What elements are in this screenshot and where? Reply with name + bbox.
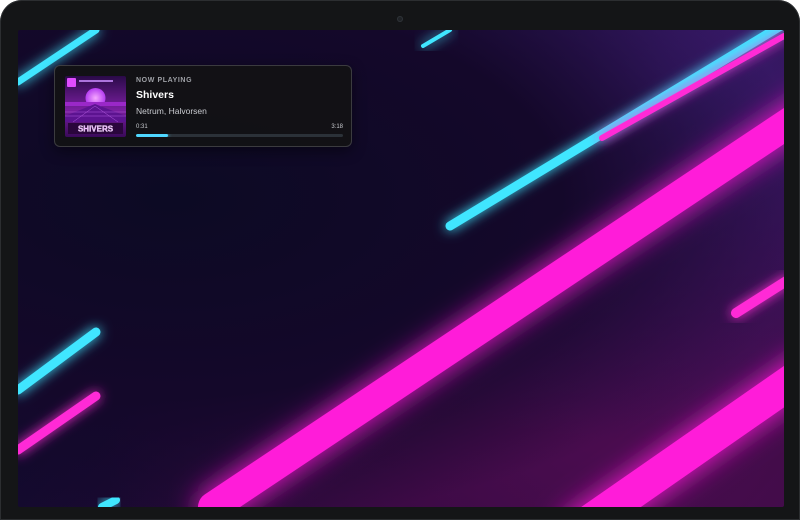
track-artist: Netrum, Halvorsen: [136, 106, 207, 116]
progress-fill: [136, 134, 169, 137]
track-duration: 3:18: [331, 124, 343, 130]
now-playing-label: NOW PLAYING: [136, 77, 193, 84]
webcam-icon: [397, 16, 403, 22]
laptop-bezel: SHIVERS NOW PLAYING Shivers Netrum, Halv…: [0, 0, 800, 520]
now-playing-widget[interactable]: SHIVERS NOW PLAYING Shivers Netrum, Halv…: [54, 65, 352, 147]
track-title: Shivers: [136, 89, 174, 101]
desktop-screen: SHIVERS NOW PLAYING Shivers Netrum, Halv…: [18, 30, 784, 507]
album-art-title: SHIVERS: [78, 125, 114, 134]
album-art[interactable]: SHIVERS: [65, 76, 126, 137]
progress-bar[interactable]: [136, 134, 343, 137]
elapsed-time: 0:31: [136, 124, 148, 130]
album-cover-image: SHIVERS: [65, 76, 126, 137]
